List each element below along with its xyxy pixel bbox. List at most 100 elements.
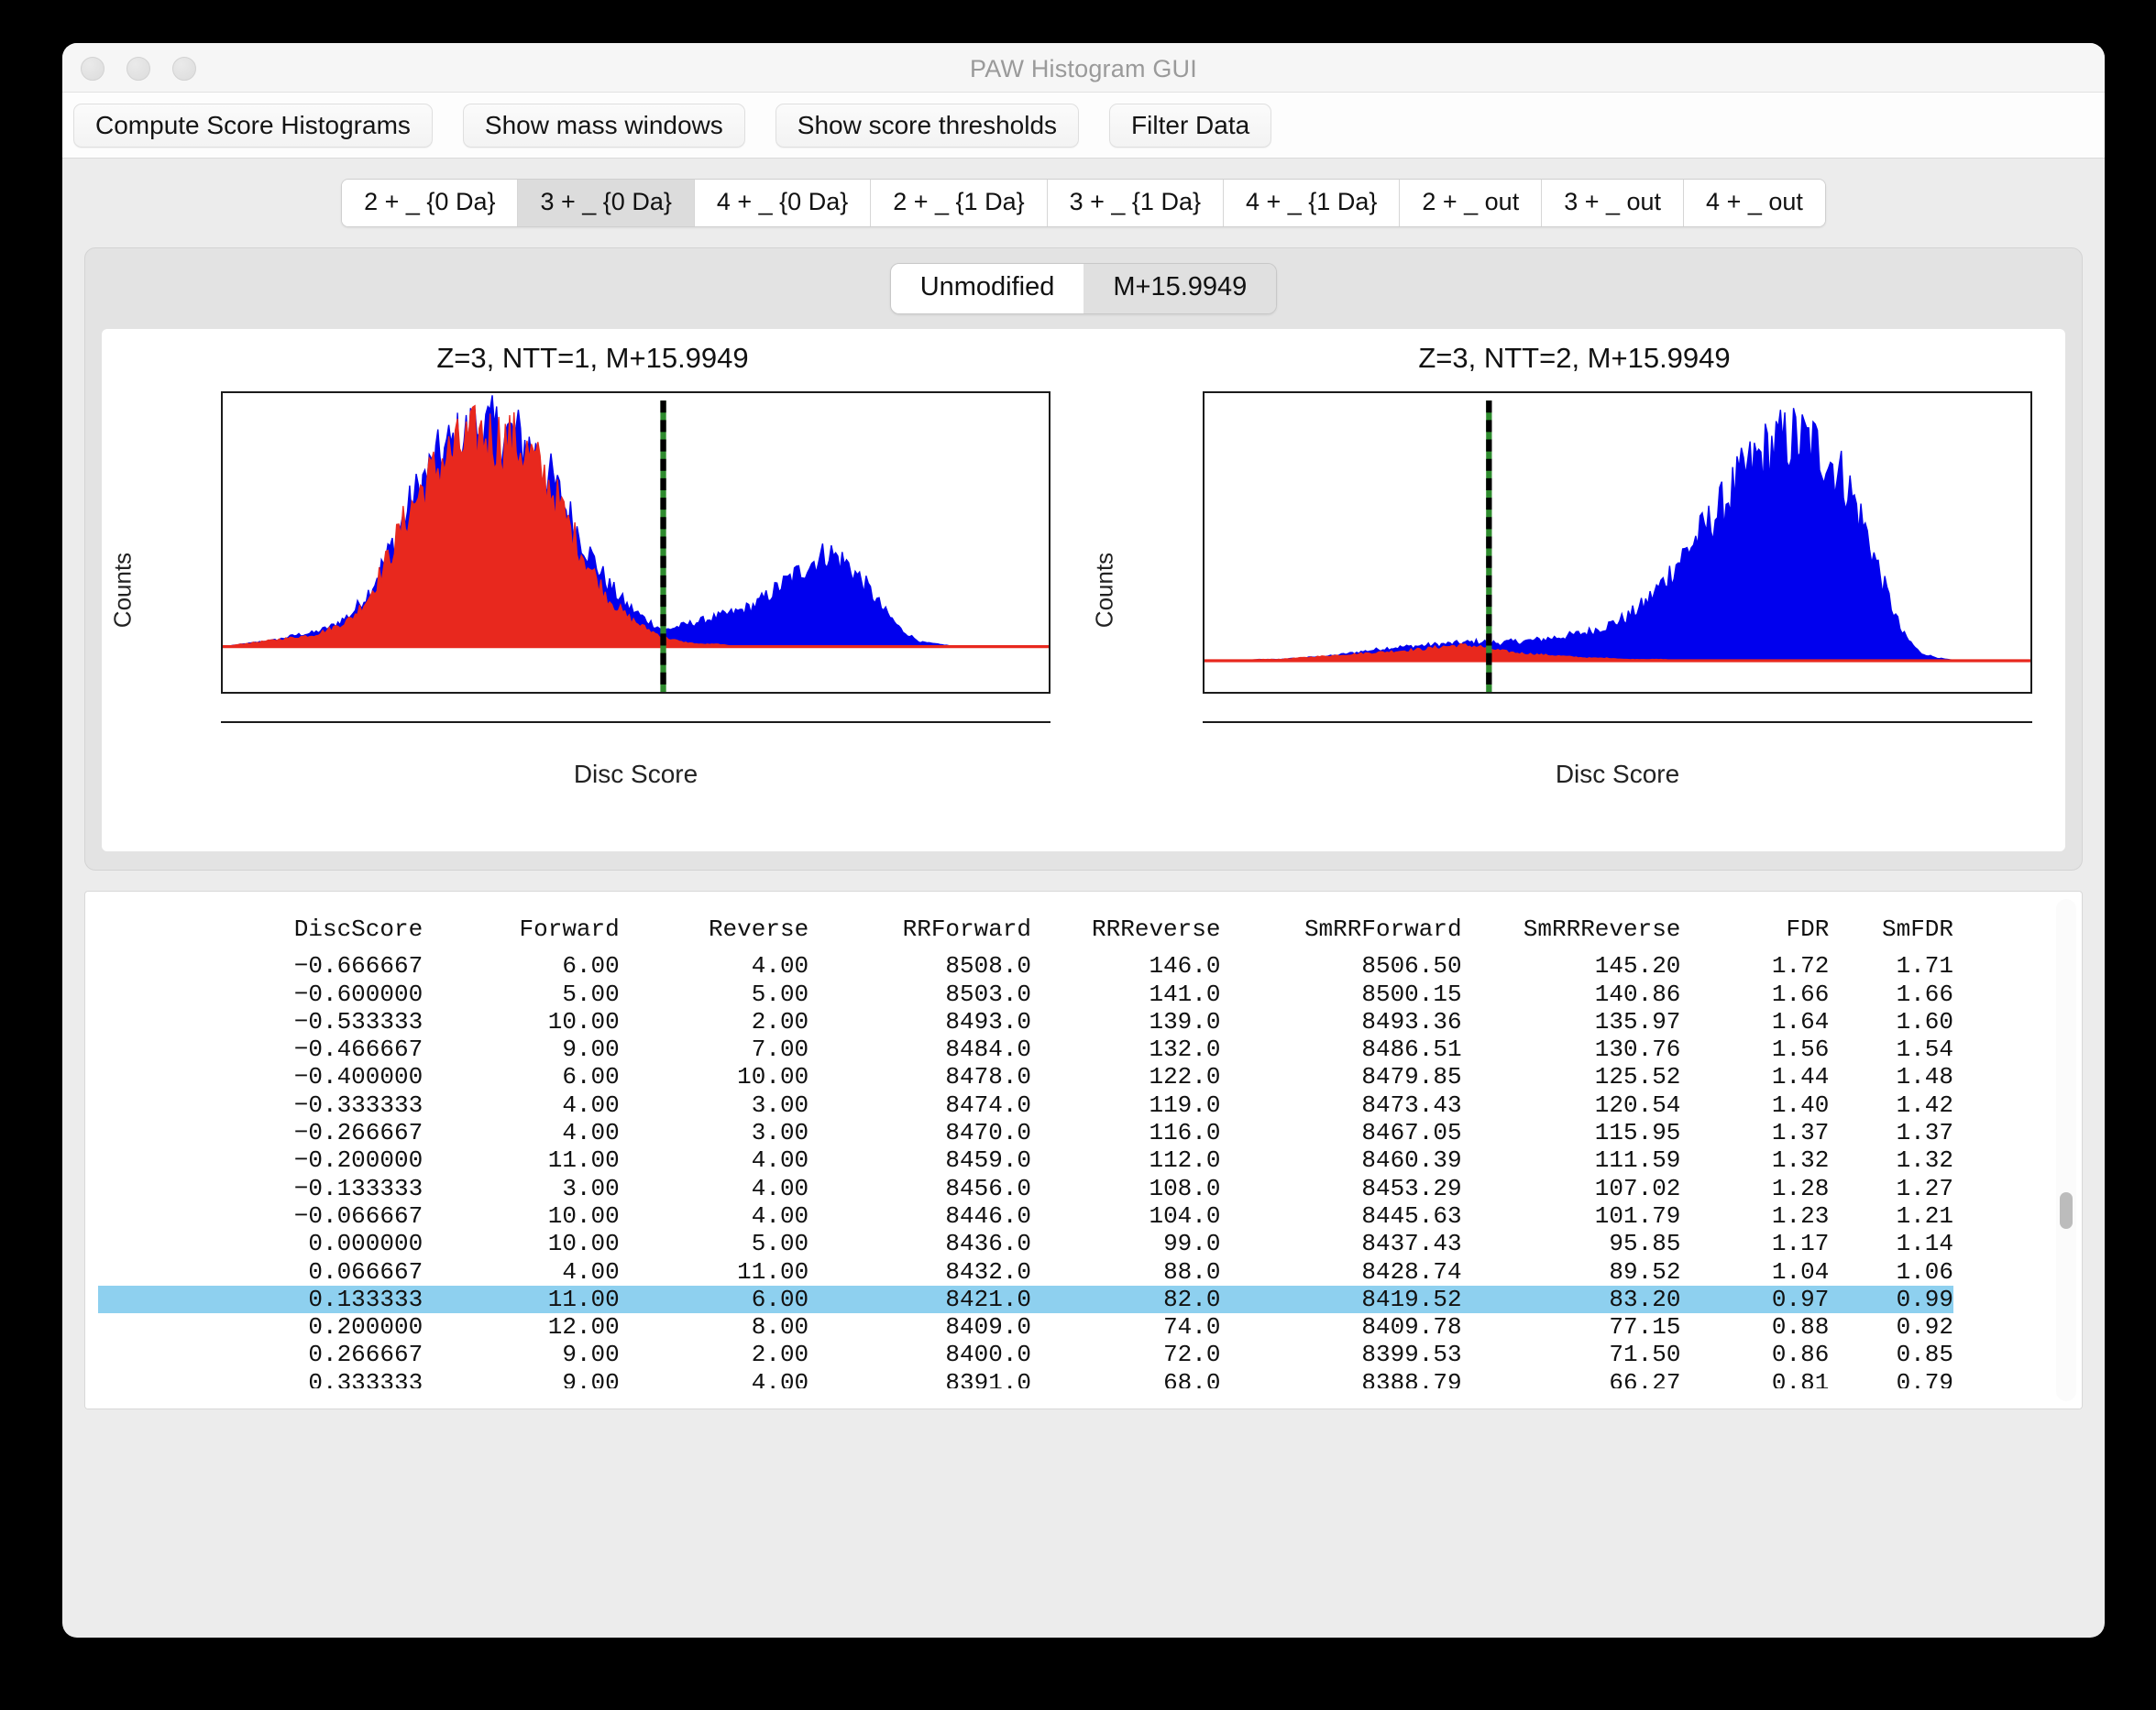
tab-2plus-out[interactable]: 2 + _ out: [1400, 180, 1542, 226]
tab-4plus-1da[interactable]: 4 + _ {1 Da}: [1224, 180, 1400, 226]
table-column-header[interactable]: RRReverse: [1031, 915, 1220, 952]
table-cell: 8459.0: [808, 1146, 1031, 1174]
table-cell: −0.133333: [98, 1175, 423, 1202]
table-cell: 72.0: [1031, 1341, 1220, 1368]
table-row[interactable]: −0.2666674.003.008470.0116.08467.05115.9…: [98, 1119, 1953, 1146]
series-reverse: [223, 406, 1049, 647]
table-cell: 3.00: [620, 1091, 808, 1119]
table-row[interactable]: −0.6666676.004.008508.0146.08506.50145.2…: [98, 952, 1953, 980]
table-cell: 1.28: [1680, 1175, 1829, 1202]
bottom-spine-left: [221, 721, 1050, 723]
table-row[interactable]: 0.2666679.002.008400.072.08399.5371.500.…: [98, 1341, 1953, 1368]
y-tick-mark: [221, 600, 223, 602]
table-row[interactable]: 0.0666674.0011.008432.088.08428.7489.521…: [98, 1258, 1953, 1286]
table-cell: −0.266667: [98, 1119, 423, 1146]
table-cell: 8419.52: [1220, 1286, 1461, 1313]
y-axis-label-left: Counts: [109, 553, 138, 628]
tab-3plus-out[interactable]: 3 + _ out: [1542, 180, 1684, 226]
table-cell: 2.00: [620, 1008, 808, 1036]
x-tick-mark: [1663, 692, 1665, 694]
histogram-chart-ntt1[interactable]: Z=3, NTT=1, M+15.9949 Counts 02040608010…: [102, 329, 1084, 851]
table-column-header[interactable]: SmFDR: [1829, 915, 1953, 952]
table-cell: 6.00: [423, 952, 620, 980]
table-column-header[interactable]: Reverse: [620, 915, 808, 952]
table-row[interactable]: −0.6000005.005.008503.0141.08500.15140.8…: [98, 981, 1953, 1008]
table-cell: 115.95: [1462, 1119, 1681, 1146]
table-cell: 8432.0: [808, 1258, 1031, 1286]
table-cell: 5.00: [620, 981, 808, 1008]
table-column-header[interactable]: RRForward: [808, 915, 1031, 952]
x-tick-mark: [956, 692, 958, 694]
table-row[interactable]: 0.00000010.005.008436.099.08437.4395.851…: [98, 1230, 1953, 1257]
table-cell: 4.00: [620, 1146, 808, 1174]
table-cell: −0.333333: [98, 1091, 423, 1119]
table-cell: 0.133333: [98, 1286, 423, 1313]
table-cell: 1.56: [1680, 1036, 1829, 1063]
table-row[interactable]: −0.3333334.003.008474.0119.08473.43120.5…: [98, 1091, 1953, 1119]
table-row[interactable]: 0.20000012.008.008409.074.08409.7877.150…: [98, 1313, 1953, 1341]
table-row[interactable]: −0.4666679.007.008484.0132.08486.51130.7…: [98, 1036, 1953, 1063]
table-column-header[interactable]: SmRRForward: [1220, 915, 1461, 952]
table-cell: 120.54: [1462, 1091, 1681, 1119]
table-row[interactable]: −0.53333310.002.008493.0139.08493.36135.…: [98, 1008, 1953, 1036]
results-table-container[interactable]: DiscScoreForwardReverseRRForwardRRRevers…: [84, 891, 2083, 1409]
table-cell: 130.76: [1462, 1036, 1681, 1063]
table-cell: 1.40: [1680, 1091, 1829, 1119]
table-column-header[interactable]: DiscScore: [98, 915, 423, 952]
show-score-thresholds-button[interactable]: Show score thresholds: [776, 104, 1079, 148]
compute-score-histograms-button[interactable]: Compute Score Histograms: [73, 104, 433, 148]
y-tick-mark: [221, 646, 223, 648]
tab-4plus-0da[interactable]: 4 + _ {0 Da}: [695, 180, 871, 226]
table-cell: 0.066667: [98, 1258, 423, 1286]
table-cell: 135.97: [1462, 1008, 1681, 1036]
table-cell: 3.00: [620, 1119, 808, 1146]
tab-3plus-1da[interactable]: 3 + _ {1 Da}: [1048, 180, 1224, 226]
table-cell: 8.00: [620, 1313, 808, 1341]
table-row[interactable]: −0.06666710.004.008446.0104.08445.63101.…: [98, 1202, 1953, 1230]
table-cell: 145.20: [1462, 952, 1681, 980]
histogram-chart-ntt2[interactable]: Z=3, NTT=2, M+15.9949 Counts 05010015020…: [1084, 329, 2065, 851]
y-axis-label-right: Counts: [1091, 553, 1119, 628]
table-cell: 5.00: [423, 981, 620, 1008]
table-cell: 4.00: [423, 1258, 620, 1286]
tab-2plus-1da[interactable]: 2 + _ {1 Da}: [871, 180, 1047, 226]
table-cell: 8409.0: [808, 1313, 1031, 1341]
table-cell: −0.200000: [98, 1146, 423, 1174]
table-column-header[interactable]: SmRRReverse: [1462, 915, 1681, 952]
main-content: 2 + _ {0 Da} 3 + _ {0 Da} 4 + _ {0 Da} 2…: [62, 159, 2105, 1409]
x-tick-mark: [405, 692, 407, 694]
tab-4plus-out[interactable]: 4 + _ out: [1684, 180, 1825, 226]
show-mass-windows-button[interactable]: Show mass windows: [463, 104, 745, 148]
table-scrollbar-thumb[interactable]: [2060, 1192, 2073, 1229]
tab-2plus-0da[interactable]: 2 + _ {0 Da}: [342, 180, 518, 226]
table-row[interactable]: −0.1333333.004.008456.0108.08453.29107.0…: [98, 1175, 1953, 1202]
table-cell: 5.00: [620, 1230, 808, 1257]
table-column-header[interactable]: Forward: [423, 915, 620, 952]
table-cell: 8500.15: [1220, 981, 1461, 1008]
table-cell: 1.37: [1829, 1119, 1953, 1146]
table-cell: 1.17: [1680, 1230, 1829, 1257]
table-row[interactable]: −0.20000011.004.008459.0112.08460.39111.…: [98, 1146, 1953, 1174]
tab-3plus-0da[interactable]: 3 + _ {0 Da}: [518, 180, 694, 226]
table-scrollbar[interactable]: [2056, 899, 2076, 1401]
x-tick-mark: [773, 692, 775, 694]
table-row[interactable]: −0.4000006.0010.008478.0122.08479.85125.…: [98, 1063, 1953, 1091]
table-cell: −0.466667: [98, 1036, 423, 1063]
chart-title-right: Z=3, NTT=2, M+15.9949: [1084, 342, 2065, 375]
table-cell: 12.00: [423, 1313, 620, 1341]
x-tick-mark: [1938, 692, 1940, 694]
table-column-header[interactable]: FDR: [1680, 915, 1829, 952]
table-cell: 0.97: [1680, 1286, 1829, 1313]
filter-data-button[interactable]: Filter Data: [1109, 104, 1271, 148]
x-tick-mark: [588, 692, 590, 694]
table-cell: 104.0: [1031, 1202, 1220, 1230]
x-axis-label-right: Disc Score: [1203, 760, 2032, 789]
table-cell: 1.14: [1829, 1230, 1953, 1257]
table-cell: −0.533333: [98, 1008, 423, 1036]
table-cell: 1.23: [1680, 1202, 1829, 1230]
tab-m-plus-15-9949[interactable]: M+15.9949: [1084, 264, 1276, 313]
tab-unmodified[interactable]: Unmodified: [891, 264, 1084, 313]
table-cell: 1.06: [1829, 1258, 1953, 1286]
results-table: DiscScoreForwardReverseRRForwardRRRevers…: [98, 915, 1953, 1409]
table-row[interactable]: 0.13333311.006.008421.082.08419.5283.200…: [98, 1286, 1953, 1313]
